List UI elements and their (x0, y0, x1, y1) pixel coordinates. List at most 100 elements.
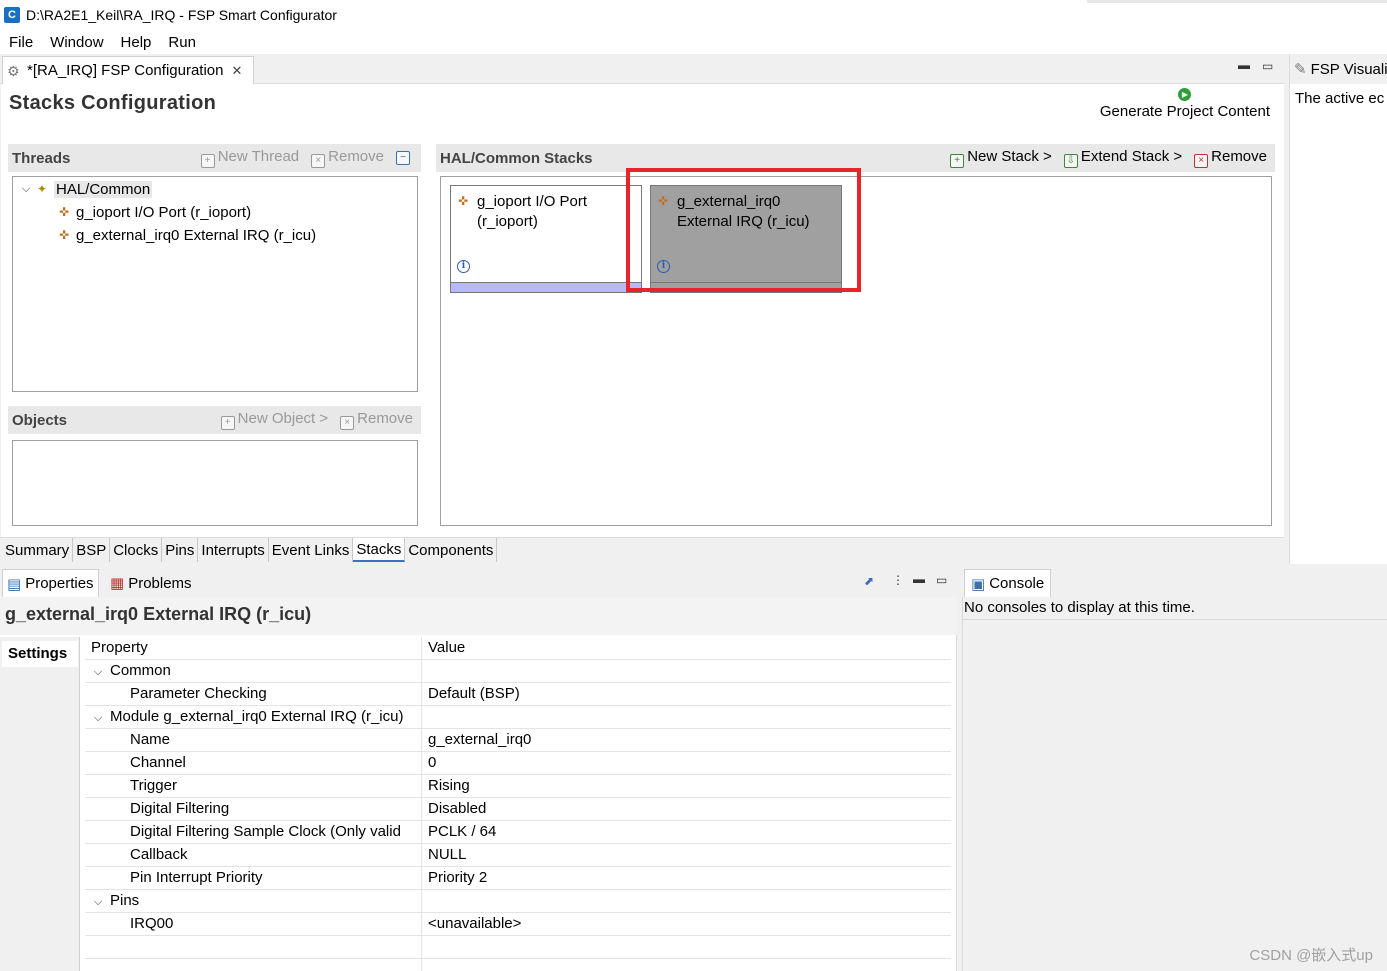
value-cell[interactable]: PCLK / 64 (422, 821, 951, 843)
table-row[interactable]: Parameter Checking Default (BSP) (85, 683, 951, 706)
properties-side-tabs: Settings (0, 637, 80, 971)
value-cell[interactable]: NULL (422, 844, 951, 866)
property-cell: Callback (85, 844, 422, 866)
remove-stack-button[interactable]: × Remove (1194, 148, 1267, 168)
run-icon: ▶ (1178, 88, 1192, 101)
editor-body: Stacks Configuration ▶ Generate Project … (1, 84, 1284, 537)
view-menu-icon[interactable]: ⋮ (892, 573, 904, 587)
stack-card-line1: g_ioport I/O Port (477, 193, 588, 210)
extend-stack-button[interactable]: ⇩ Extend Stack > (1063, 148, 1182, 168)
table-row[interactable]: Name g_external_irq0 (85, 729, 951, 752)
stack-card-bar (451, 282, 641, 292)
table-row[interactable]: Channel 0 (85, 752, 951, 775)
value-cell[interactable] (422, 660, 951, 682)
table-row[interactable]: Digital Filtering Disabled (85, 798, 951, 821)
chevron-down-icon[interactable]: ⌵ (89, 707, 107, 728)
chevron-down-icon[interactable]: ⌵ (17, 183, 35, 196)
value-cell (422, 936, 951, 958)
menu-bar: File Window Help Run (0, 30, 1387, 54)
tab-clocks[interactable]: Clocks (110, 538, 163, 562)
value-cell[interactable]: Default (BSP) (422, 683, 951, 705)
tab-console[interactable]: ▣ Console (964, 569, 1052, 597)
value-cell[interactable]: <unavailable> (422, 913, 951, 935)
collapse-all-icon[interactable]: − (396, 151, 410, 165)
table-row[interactable]: Trigger Rising (85, 775, 951, 798)
tab-fsp-visualization[interactable]: ✎ FSP Visuali (1290, 54, 1387, 84)
tree-item-hal-common[interactable]: ⌵ ✦ HAL/Common (17, 178, 153, 200)
tree-item-ioport[interactable]: ✜ g_ioport I/O Port (r_ioport) (57, 201, 251, 223)
value-cell[interactable]: Disabled (422, 798, 951, 820)
tab-problems[interactable]: ▦ Problems (106, 569, 196, 597)
chevron-down-icon[interactable]: ⌵ (89, 891, 107, 912)
maximize-icon[interactable]: ▭ (936, 573, 947, 587)
property-cell: Digital Filtering (85, 798, 422, 820)
console-body: No consoles to display at this time. (962, 597, 1387, 971)
tab-bsp[interactable]: BSP (73, 538, 111, 562)
tab-label: FSP Visuali (1310, 60, 1387, 78)
property-cell: Pin Interrupt Priority (85, 867, 422, 889)
minimize-icon[interactable]: ▬ (1238, 58, 1250, 72)
menu-help[interactable]: Help (121, 34, 152, 51)
new-stack-button[interactable]: + New Stack > (950, 148, 1052, 168)
tab-settings[interactable]: Settings (2, 641, 78, 667)
new-thread-icon: + (200, 154, 215, 168)
value-cell[interactable]: Rising (422, 775, 951, 797)
property-label: Pin Interrupt Priority (130, 869, 263, 886)
window-title: D:\RA2E1_Keil\RA_IRQ - FSP Smart Configu… (26, 7, 337, 23)
property-label: Module g_external_irq0 External IRQ (r_i… (110, 708, 404, 725)
tab-fsp-configuration[interactable]: ⚙ *[RA_IRQ] FSP Configuration ✕ (2, 56, 254, 84)
menu-file[interactable]: File (9, 34, 33, 51)
value-cell[interactable] (422, 890, 951, 912)
module-icon: ✜ (458, 194, 469, 208)
editor-bottom-tabs: Summary BSP Clocks Pins Interrupts Event… (0, 537, 1284, 563)
open-view-icon[interactable]: ⬈ (864, 574, 874, 588)
new-stack-icon: + (950, 154, 965, 168)
table-row[interactable]: ⌵ Module g_external_irq0 External IRQ (r_… (85, 706, 951, 729)
property-cell: ⌵ Module g_external_irq0 External IRQ (r_… (85, 706, 422, 728)
fsp-visualization-view: ✎ FSP Visuali The active ec (1289, 54, 1387, 564)
table-row[interactable]: IRQ00 <unavailable> (85, 913, 951, 936)
property-label: Parameter Checking (130, 685, 267, 702)
info-icon[interactable]: i (457, 260, 470, 273)
table-row[interactable]: Pin Interrupt Priority Priority 2 (85, 867, 951, 890)
remove-thread-button[interactable]: × Remove (311, 148, 384, 168)
menu-run[interactable]: Run (168, 34, 196, 51)
new-object-icon: + (220, 416, 235, 430)
tab-pins[interactable]: Pins (162, 538, 199, 562)
tab-stacks[interactable]: Stacks (353, 538, 406, 562)
menu-window[interactable]: Window (50, 34, 103, 51)
properties-body: g_external_irq0 External IRQ (r_icu) Set… (0, 597, 957, 971)
remove-object-button[interactable]: × Remove (340, 410, 413, 430)
value-cell[interactable]: g_external_irq0 (422, 729, 951, 751)
tree-item-label: g_ioport I/O Port (r_ioport) (76, 203, 252, 221)
table-row[interactable]: ⌵ Common (85, 660, 951, 683)
remove-icon: × (311, 154, 326, 168)
threads-tree: ⌵ ✦ HAL/Common ✜ g_ioport I/O Port (r_io… (12, 176, 418, 392)
tree-item-external-irq[interactable]: ✜ g_external_irq0 External IRQ (r_icu) (57, 224, 316, 246)
objects-list (12, 440, 418, 526)
maximize-icon[interactable]: ▭ (1262, 59, 1273, 73)
tab-summary[interactable]: Summary (2, 538, 74, 562)
column-header-value: Value (428, 639, 466, 656)
new-thread-button[interactable]: + New Thread (200, 148, 299, 168)
module-icon: ✜ (58, 228, 70, 242)
value-cell[interactable]: 0 (422, 752, 951, 774)
value-cell[interactable] (422, 706, 951, 728)
tab-components[interactable]: Components (405, 538, 498, 562)
minimize-icon[interactable]: ▬ (913, 572, 925, 586)
value-cell[interactable]: Priority 2 (422, 867, 951, 889)
tab-event-links[interactable]: Event Links (268, 538, 354, 562)
tab-interrupts[interactable]: Interrupts (198, 538, 269, 562)
highlight-box (626, 168, 861, 292)
table-row[interactable]: ⌵ Pins (85, 890, 951, 913)
close-icon[interactable]: ✕ (231, 63, 242, 79)
new-object-button[interactable]: + New Object > (220, 410, 328, 430)
generate-label: Generate Project Content (1099, 103, 1270, 120)
stack-card-ioport[interactable]: ✜ g_ioport I/O Port (r_ioport) i (450, 185, 642, 293)
generate-project-button[interactable]: ▶ Generate Project Content (1100, 88, 1270, 120)
property-label: Callback (130, 846, 188, 863)
chevron-down-icon[interactable]: ⌵ (89, 661, 107, 682)
tab-properties[interactable]: ▤ Properties (2, 569, 99, 597)
table-row[interactable]: Callback NULL (85, 844, 951, 867)
table-row[interactable]: Digital Filtering Sample Clock (Only val… (85, 821, 951, 844)
